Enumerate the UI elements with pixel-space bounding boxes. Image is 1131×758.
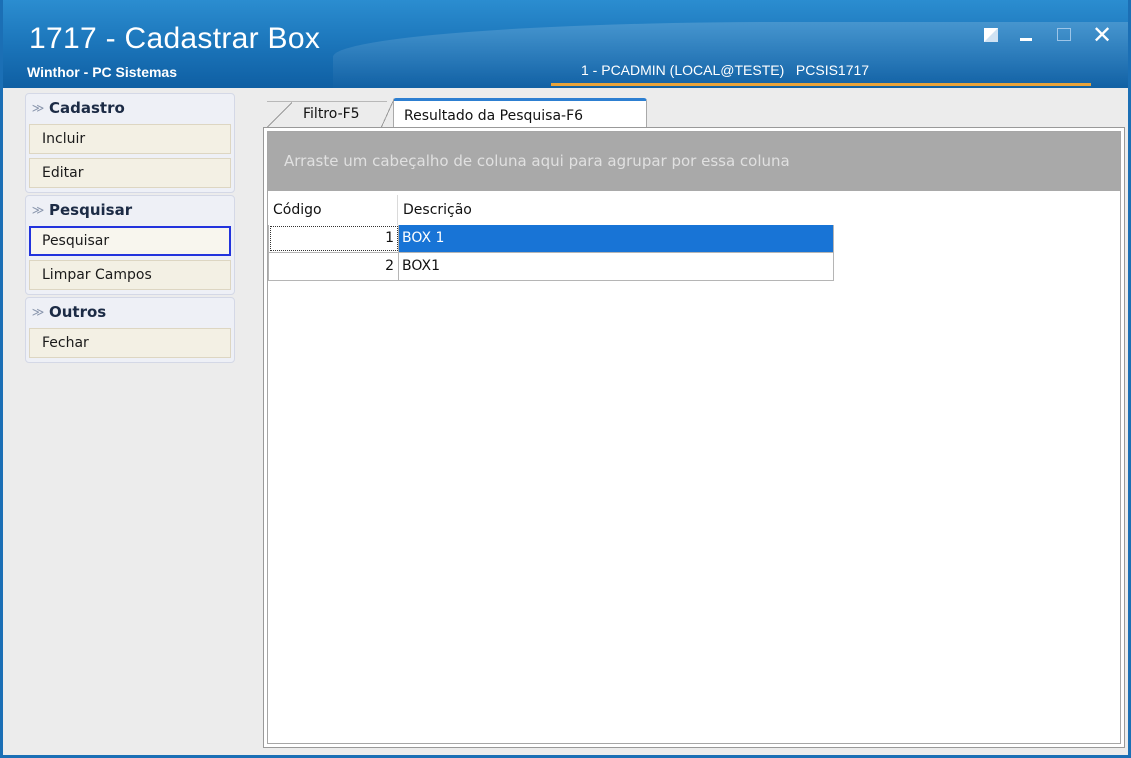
user-info-underline (551, 83, 1091, 86)
window-subtitle: Winthor - PC Sistemas (27, 64, 178, 80)
group-cadastro: ≫ Cadastro Incluir Editar (25, 93, 235, 193)
fechar-button[interactable]: Fechar (29, 328, 231, 358)
table-row[interactable]: 2 BOX1 (268, 253, 834, 281)
title-bar[interactable]: 1717 - Cadastrar Box Winthor - PC Sistem… (3, 0, 1128, 88)
window-title: 1717 - Cadastrar Box (29, 22, 321, 55)
results-grid-container: Arraste um cabeçalho de coluna aqui para… (267, 131, 1121, 744)
cell-codigo[interactable]: 1 (269, 225, 399, 252)
minimize-icon[interactable] (1017, 24, 1039, 46)
chevron-double-down-icon: ≫ (31, 305, 45, 319)
title-bar-decoration (333, 22, 1128, 88)
pesquisar-button[interactable]: Pesquisar (29, 226, 231, 256)
cell-descricao[interactable]: BOX1 (399, 253, 833, 280)
chevron-double-down-icon: ≫ (31, 101, 45, 115)
editar-button[interactable]: Editar (29, 158, 231, 188)
group-header-pesquisar[interactable]: ≫ Pesquisar (29, 198, 231, 222)
limpar-campos-button[interactable]: Limpar Campos (29, 260, 231, 290)
group-pesquisar: ≫ Pesquisar Pesquisar Limpar Campos (25, 195, 235, 295)
group-title: Cadastro (49, 99, 125, 117)
cell-codigo[interactable]: 2 (269, 253, 399, 280)
column-header-codigo[interactable]: Código (268, 195, 398, 225)
group-header-outros[interactable]: ≫ Outros (29, 300, 231, 324)
main-content: Filtro-F5 Resultado da Pesquisa-F6 Arras… (261, 95, 1125, 748)
table-row[interactable]: 1 BOX 1 (268, 225, 834, 253)
group-by-area[interactable]: Arraste um cabeçalho de coluna aqui para… (268, 132, 1120, 191)
group-title: Pesquisar (49, 201, 133, 219)
group-outros: ≫ Outros Fechar (25, 297, 235, 363)
close-icon[interactable]: ✕ (1091, 23, 1113, 47)
minimize-icon-bar (1020, 38, 1032, 41)
maximize-icon-box (1057, 28, 1071, 41)
sidebar: ≫ Cadastro Incluir Editar ≫ Pesquisar Pe… (25, 93, 235, 365)
tab-strip: Filtro-F5 Resultado da Pesquisa-F6 (261, 95, 1125, 129)
maximize-icon[interactable] (1055, 24, 1077, 46)
results-panel: Arraste um cabeçalho de coluna aqui para… (263, 127, 1125, 748)
restore-icon[interactable] (981, 24, 1003, 46)
tab-resultado-pesquisa[interactable]: Resultado da Pesquisa-F6 (380, 98, 647, 129)
restore-icon-graphic (984, 28, 998, 42)
group-header-cadastro[interactable]: ≫ Cadastro (29, 96, 231, 120)
chevron-double-down-icon: ≫ (31, 203, 45, 217)
tab-filtro[interactable]: Filtro-F5 (266, 101, 387, 128)
user-info: 1 - PCADMIN (LOCAL@TESTE) PCSIS1717 (581, 62, 870, 78)
incluir-button[interactable]: Incluir (29, 124, 231, 154)
column-header-descricao[interactable]: Descrição (398, 195, 834, 225)
app-window: 1717 - Cadastrar Box Winthor - PC Sistem… (0, 0, 1131, 758)
group-title: Outros (49, 303, 107, 321)
cell-descricao[interactable]: BOX 1 (399, 225, 833, 252)
grid-header: Código Descrição (268, 195, 834, 225)
results-grid: Código Descrição 1 BOX 1 2 BOX1 (268, 195, 834, 281)
